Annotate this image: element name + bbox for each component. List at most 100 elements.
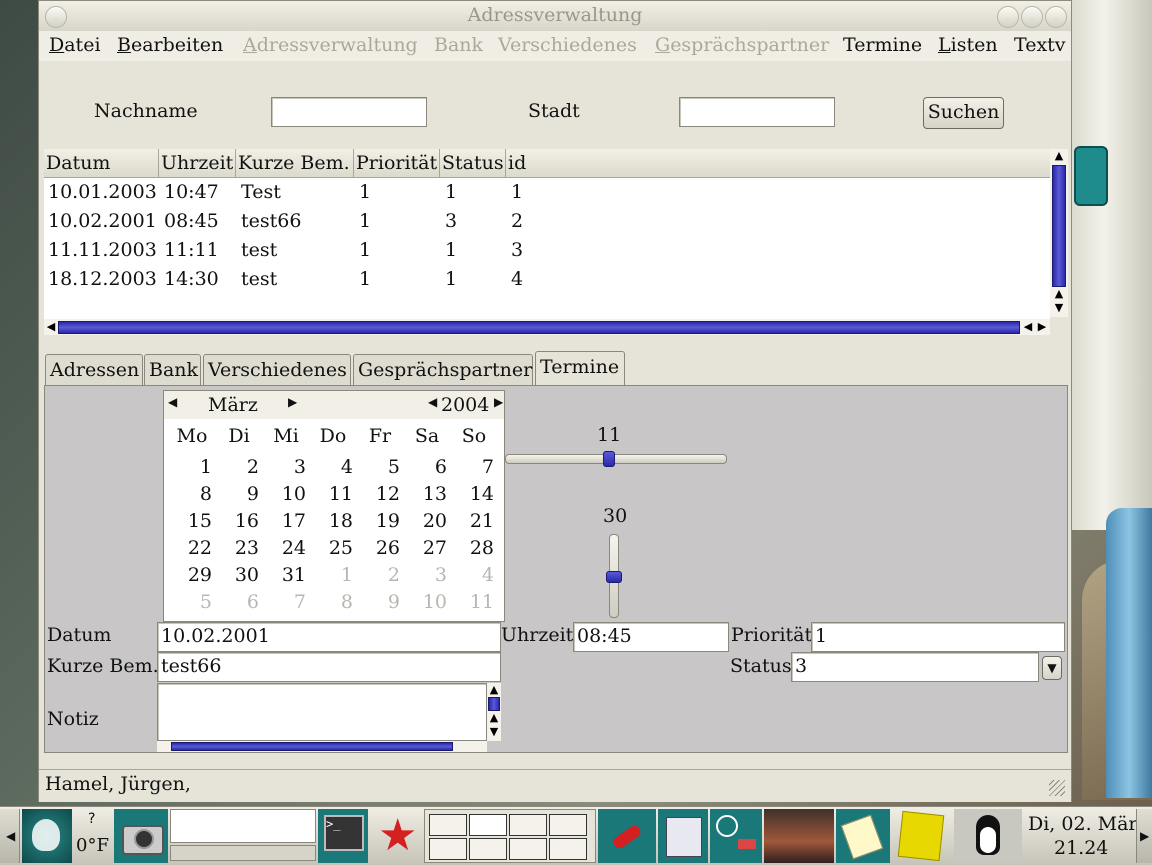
scroll-down-arrow-icon[interactable]: ▼ — [1052, 301, 1066, 315]
terminal-icon[interactable]: >_ — [318, 809, 368, 863]
hour-slider-knob[interactable] — [603, 451, 615, 467]
tab-termine[interactable]: Termine — [535, 351, 625, 386]
menu-bearbeiten[interactable]: Bearbeiten — [117, 34, 223, 56]
calendar-day[interactable]: 24 — [262, 535, 306, 562]
scroll-down-arrow-icon[interactable]: ▼ — [487, 725, 501, 739]
gnome-foot-icon[interactable] — [22, 809, 72, 863]
scroll-up-arrow-icon[interactable]: ▲ — [1052, 287, 1066, 301]
calendar-day[interactable]: 8 — [309, 589, 353, 616]
title-bar[interactable]: Adressverwaltung — [39, 1, 1071, 31]
status-combobox[interactable]: 3 — [791, 652, 1039, 682]
calendar-day[interactable]: 16 — [215, 508, 259, 535]
calendar-day[interactable]: 25 — [309, 535, 353, 562]
notepad-icon[interactable] — [836, 809, 890, 863]
scroll-up-arrow-icon[interactable]: ▲ — [1052, 149, 1066, 163]
calendar-day[interactable]: 13 — [403, 481, 447, 508]
scroll-left-arrow-icon[interactable]: ◀ — [44, 320, 58, 334]
camera-icon[interactable] — [114, 809, 168, 863]
workspace-8[interactable] — [549, 838, 587, 860]
prioritaet-input[interactable]: 1 — [811, 622, 1065, 652]
next-year-icon[interactable]: ▶ — [494, 395, 503, 409]
calendar-day[interactable]: 7 — [450, 454, 494, 481]
table-row[interactable]: 18.12.2003 14:30 test 1 1 4 — [44, 265, 1050, 294]
calendar-day[interactable]: 30 — [215, 562, 259, 589]
menu-bank[interactable]: Bank — [434, 34, 483, 56]
calendar-day[interactable]: 26 — [356, 535, 400, 562]
calendar-day[interactable]: 20 — [403, 508, 447, 535]
table-row[interactable]: 10.01.2003 10:47 Test 1 1 1 — [44, 178, 1050, 207]
resize-grip-icon[interactable] — [1049, 780, 1065, 796]
stadt-input[interactable] — [679, 97, 835, 127]
menu-termine[interactable]: Termine — [843, 34, 922, 56]
tab-bank[interactable]: Bank — [144, 354, 201, 385]
close-button[interactable] — [1045, 6, 1067, 28]
calendar-day[interactable]: 21 — [450, 508, 494, 535]
workspace-7[interactable] — [509, 838, 547, 860]
nachname-input[interactable] — [271, 97, 427, 127]
column-header-uhrzeit[interactable]: Uhrzeit — [159, 149, 236, 177]
calendar-day[interactable]: 5 — [168, 589, 212, 616]
panel-hide-right-icon[interactable]: ▶ — [1136, 809, 1152, 863]
hour-slider[interactable] — [505, 451, 727, 467]
calendar-day[interactable]: 1 — [168, 454, 212, 481]
calendar-day[interactable]: 27 — [403, 535, 447, 562]
red-star-icon[interactable]: ★ — [370, 809, 422, 863]
notiz-horizontal-scrollbar[interactable] — [157, 741, 487, 752]
scroll-up-arrow-icon[interactable]: ▲ — [487, 711, 501, 725]
scroll-left-arrow-icon[interactable]: ◀ — [1021, 320, 1035, 334]
tab-adressen[interactable]: Adressen — [45, 354, 143, 385]
workspace-2[interactable] — [469, 814, 507, 836]
notiz-horizontal-thumb[interactable] — [171, 742, 453, 751]
menu-gespraechspartner[interactable]: Gesprächspartner — [655, 34, 829, 56]
uhrzeit-input[interactable]: 08:45 — [573, 622, 729, 652]
scroll-right-arrow-icon[interactable]: ▶ — [1035, 320, 1049, 334]
table-vertical-scrollbar[interactable]: ▲ ▲ ▼ — [1050, 149, 1068, 317]
calendar-day[interactable]: 31 — [262, 562, 306, 589]
minute-slider-knob[interactable] — [606, 571, 622, 583]
calendar-day[interactable]: 9 — [356, 589, 400, 616]
command-line-input[interactable] — [170, 809, 316, 843]
tux-icon[interactable] — [954, 809, 1022, 863]
calendar-day[interactable]: 1 — [309, 562, 353, 589]
control-center-icon[interactable] — [658, 809, 708, 863]
table-horizontal-scrollbar[interactable]: ◀ ◀ ▶ — [44, 319, 1050, 335]
status-dropdown-icon[interactable]: ▼ — [1042, 656, 1062, 680]
workspace-3[interactable] — [509, 814, 547, 836]
calendar-day[interactable]: 2 — [215, 454, 259, 481]
calendar-day[interactable]: 3 — [262, 454, 306, 481]
workspace-pager[interactable] — [424, 809, 596, 863]
notiz-vertical-thumb[interactable] — [488, 697, 500, 711]
table-row[interactable]: 11.11.2003 11:11 test 1 1 3 — [44, 236, 1050, 265]
tab-gespraechspartner[interactable]: Gesprächspartner — [353, 354, 533, 385]
column-header-prioritaet[interactable]: Priorität — [354, 149, 440, 177]
menu-datei[interactable]: Datei — [49, 34, 101, 56]
workspace-5[interactable] — [429, 838, 467, 860]
weather-applet[interactable]: ? 0°F — [74, 809, 114, 863]
menu-textv[interactable]: Textv — [1014, 34, 1066, 56]
maximize-button[interactable] — [1021, 6, 1043, 28]
notiz-vertical-scrollbar[interactable]: ▲ ▲ ▼ — [487, 683, 501, 741]
calendar-day[interactable]: 7 — [262, 589, 306, 616]
calendar-day[interactable]: 4 — [309, 454, 353, 481]
table-row[interactable]: 10.02.2001 08:45 test66 1 3 2 — [44, 207, 1050, 236]
suchen-button[interactable]: Suchen — [923, 97, 1004, 129]
calendar-day[interactable]: 18 — [309, 508, 353, 535]
calendar-day[interactable]: 28 — [450, 535, 494, 562]
calendar-day[interactable]: 14 — [450, 481, 494, 508]
clock-applet[interactable]: Di, 02. Mär 21.24 — [1024, 809, 1138, 863]
minimize-button[interactable] — [997, 6, 1019, 28]
sticky-note-icon[interactable] — [892, 809, 950, 863]
calendar-day[interactable]: 29 — [168, 562, 212, 589]
calendar-day[interactable]: 11 — [309, 481, 353, 508]
menu-verschiedenes[interactable]: Verschiedenes — [498, 34, 637, 56]
datum-input[interactable]: 10.02.2001 — [157, 622, 501, 652]
calendar-day[interactable]: 2 — [356, 562, 400, 589]
menu-adressverwaltung[interactable]: Adressverwaltung — [243, 34, 418, 56]
calendar-day[interactable]: 22 — [168, 535, 212, 562]
table-vertical-thumb[interactable] — [1052, 165, 1066, 287]
tab-verschiedenes[interactable]: Verschiedenes — [203, 354, 351, 385]
column-header-datum[interactable]: Datum — [44, 149, 159, 177]
menu-listen[interactable]: Listen — [938, 34, 998, 56]
column-header-status[interactable]: Status — [440, 149, 506, 177]
panel-hide-left-icon[interactable]: ◀ — [0, 809, 20, 863]
